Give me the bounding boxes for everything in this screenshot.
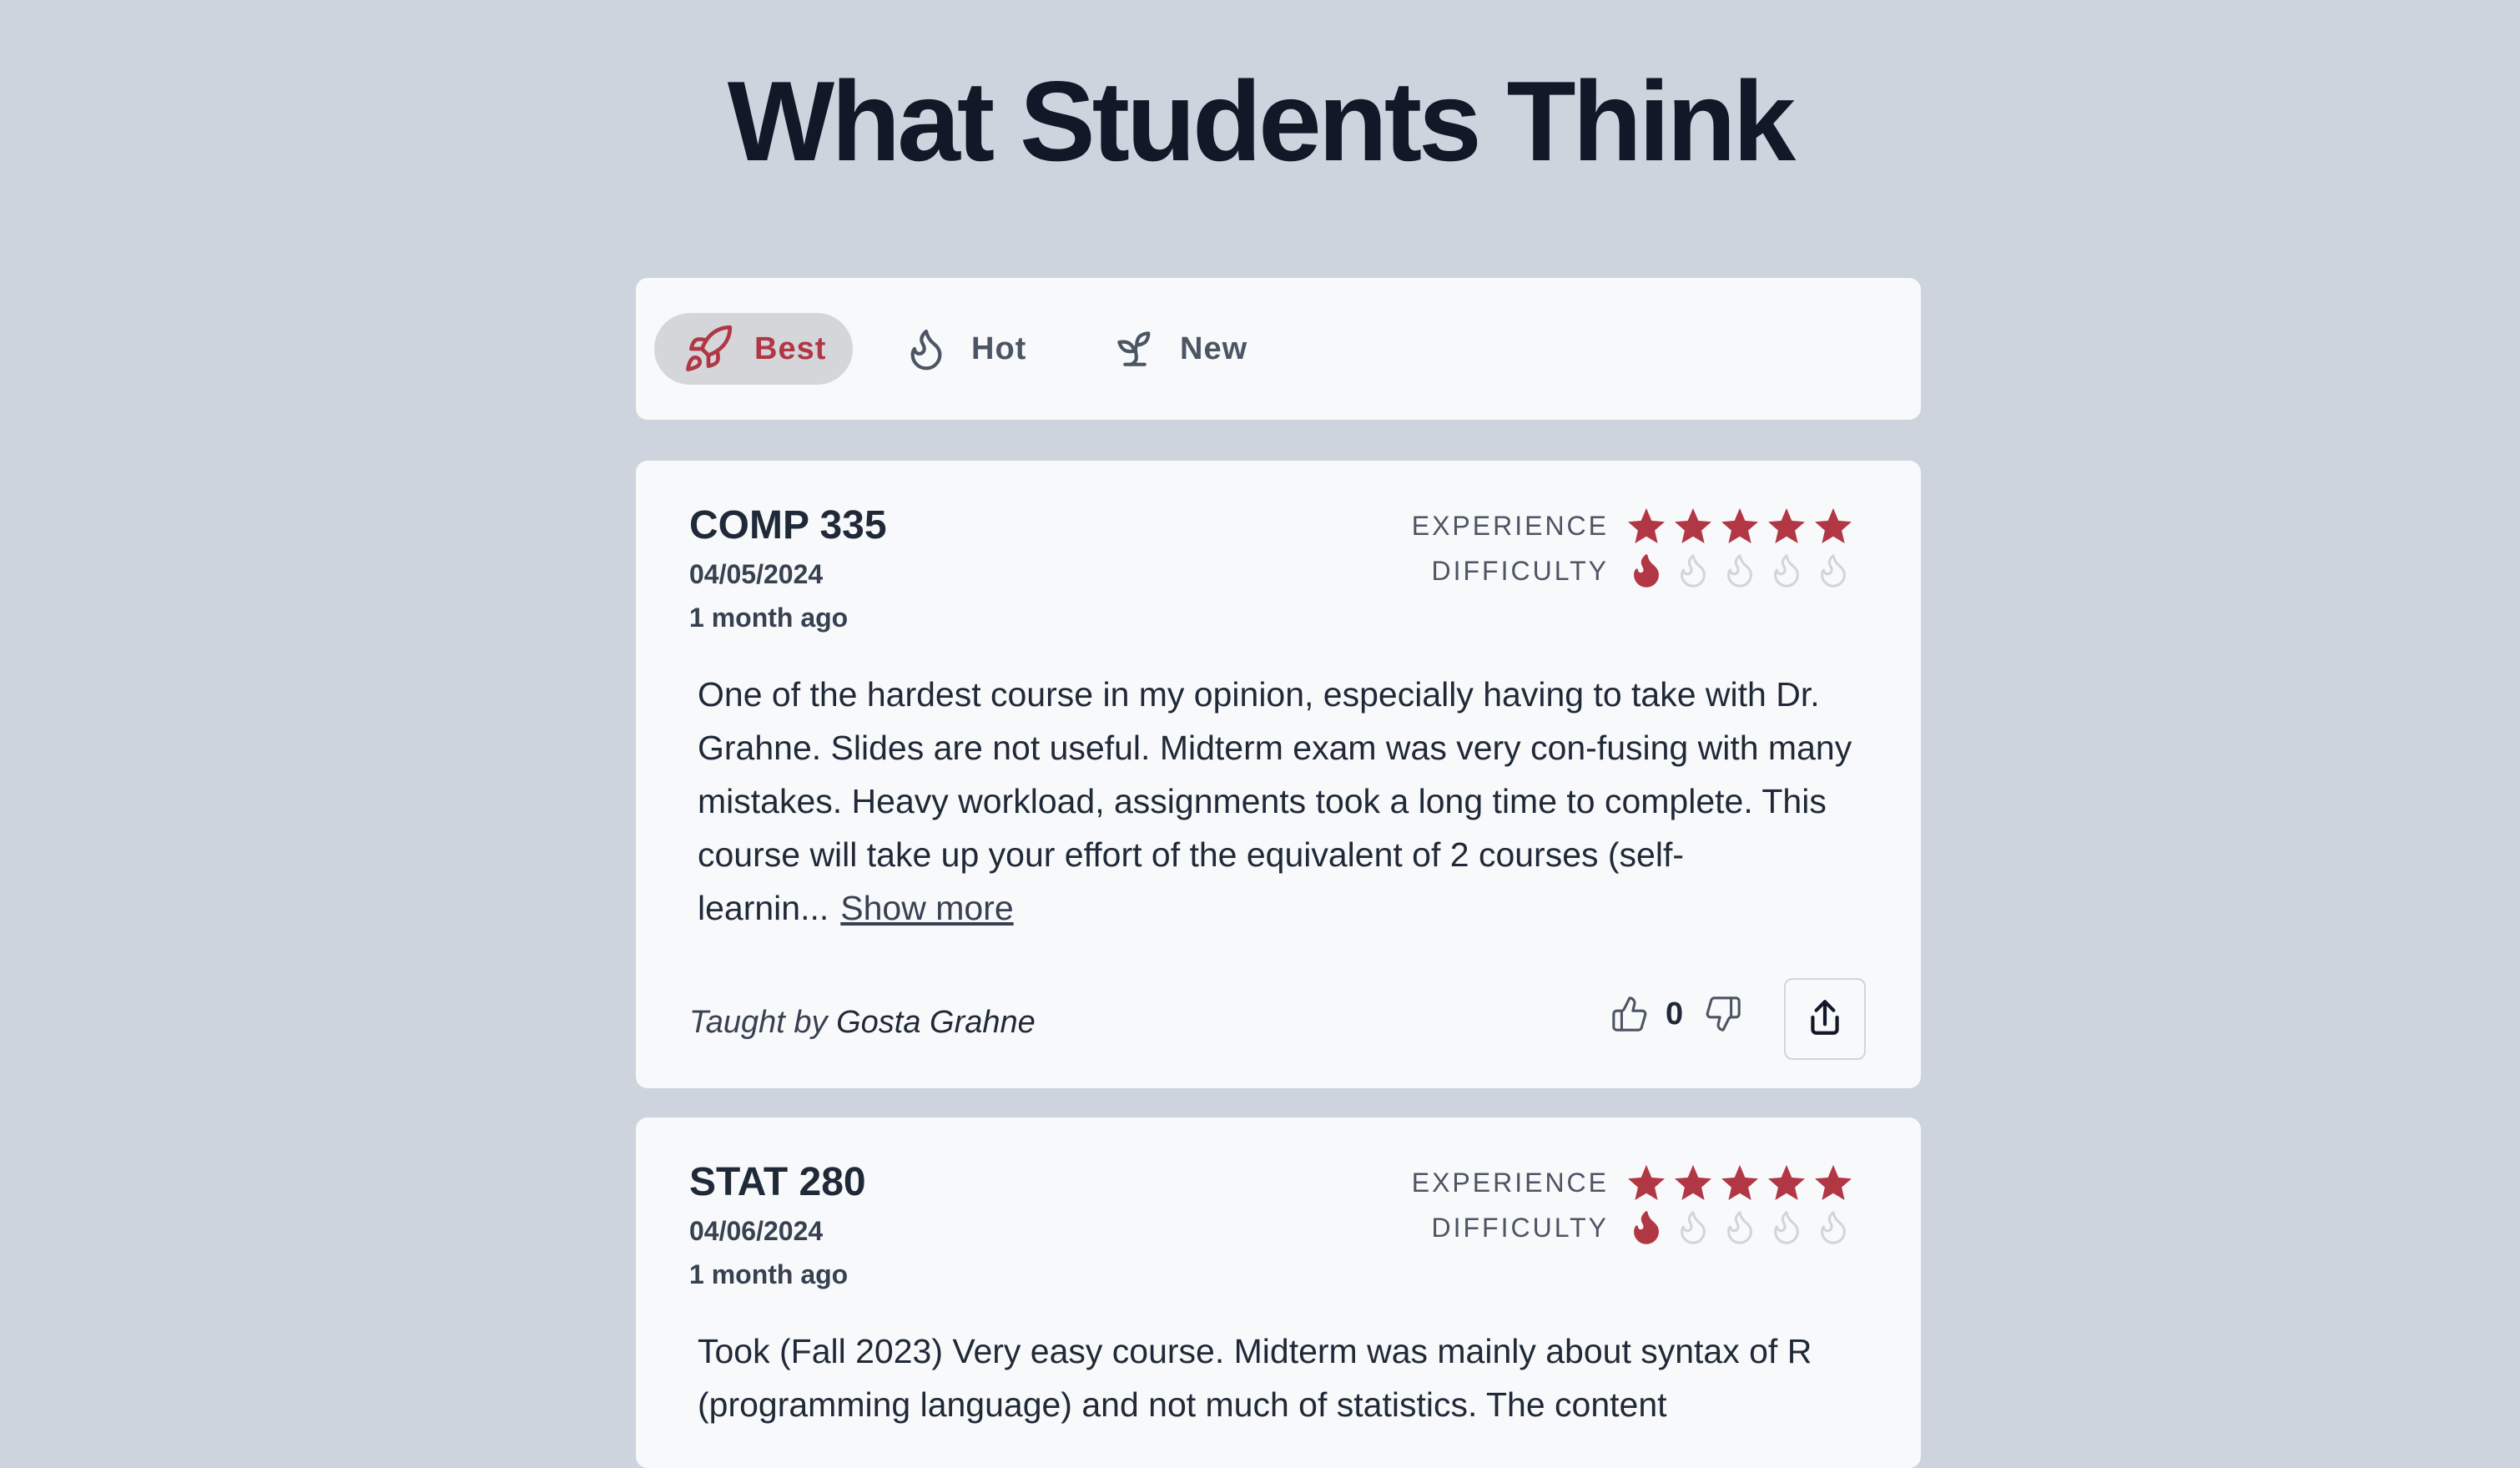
tab-best-label: Best <box>754 330 827 366</box>
difficulty-label: DIFFICULTY <box>1431 1213 1609 1243</box>
sort-tabs: Best Hot New <box>636 278 1921 420</box>
rocket-icon <box>683 323 734 375</box>
flame-icon <box>1774 554 1799 588</box>
star-icon <box>1628 1164 1665 1201</box>
star-icon <box>1815 1164 1852 1201</box>
tab-new-label: New <box>1180 330 1248 366</box>
review-relative-time: 1 month ago <box>689 1259 849 1289</box>
thumbs-up-icon[interactable] <box>1610 995 1649 1037</box>
review-card: STAT 280 04/06/2024 1 month ago EXPERIEN… <box>636 1117 1921 1468</box>
flame-icon <box>1821 554 1846 588</box>
flame-icon <box>1821 1211 1846 1244</box>
flame-icon <box>1774 1211 1799 1244</box>
share-icon <box>1804 996 1846 1042</box>
flame-icon <box>1681 1211 1706 1244</box>
star-icon <box>1675 1164 1711 1201</box>
flame-icon <box>1727 554 1752 588</box>
star-icon <box>1721 507 1758 544</box>
review-date: 04/06/2024 <box>689 1216 824 1246</box>
thumbs-down-icon[interactable] <box>1704 995 1742 1037</box>
course-code[interactable]: STAT 280 <box>689 1159 866 1205</box>
course-code[interactable]: COMP 335 <box>689 502 887 548</box>
difficulty-rating <box>1627 551 1852 589</box>
review-relative-time: 1 month ago <box>689 603 849 633</box>
difficulty-label: DIFFICULTY <box>1431 556 1609 586</box>
share-button[interactable] <box>1784 978 1866 1060</box>
tab-new[interactable]: New <box>1111 313 1247 385</box>
tab-hot-label: Hot <box>971 330 1027 366</box>
review-body: Took (Fall 2023) Very easy course. Midte… <box>698 1324 1866 1431</box>
flame-icon <box>903 323 950 375</box>
flame-icon <box>1634 1211 1659 1244</box>
review-date: 04/05/2024 <box>689 559 824 589</box>
experience-label: EXPERIENCE <box>1411 1168 1609 1198</box>
star-icon <box>1721 1164 1758 1201</box>
sprout-icon <box>1111 323 1158 375</box>
page-title: What Students Think <box>727 58 1796 185</box>
taught-by-label: Taught by <box>689 1005 828 1040</box>
professor-name[interactable]: Gosta Grahne <box>836 1005 1036 1040</box>
experience-rating <box>1627 1164 1852 1203</box>
tab-hot[interactable]: Hot <box>903 313 1026 385</box>
taught-by: Taught by Gosta Grahne <box>689 1005 1036 1041</box>
difficulty-rating <box>1627 1208 1852 1246</box>
tab-best[interactable]: Best <box>654 313 853 385</box>
flame-icon <box>1727 1211 1752 1244</box>
experience-label: EXPERIENCE <box>1411 511 1609 541</box>
vote-count: 0 <box>1666 996 1684 1032</box>
star-icon <box>1675 507 1711 544</box>
flame-icon <box>1681 554 1706 588</box>
star-icon <box>1628 507 1665 544</box>
star-icon <box>1768 1164 1805 1201</box>
flame-icon <box>1634 554 1659 588</box>
experience-rating <box>1627 507 1852 546</box>
star-icon <box>1815 507 1852 544</box>
review-text: Took (Fall 2023) Very easy course. Midte… <box>698 1332 1812 1424</box>
review-card: COMP 335 04/05/2024 1 month ago EXPERIEN… <box>636 461 1921 1088</box>
show-more-link[interactable]: Show more <box>840 889 1013 927</box>
star-icon <box>1768 507 1805 544</box>
review-body: One of the hardest course in my opinion,… <box>698 668 1866 935</box>
